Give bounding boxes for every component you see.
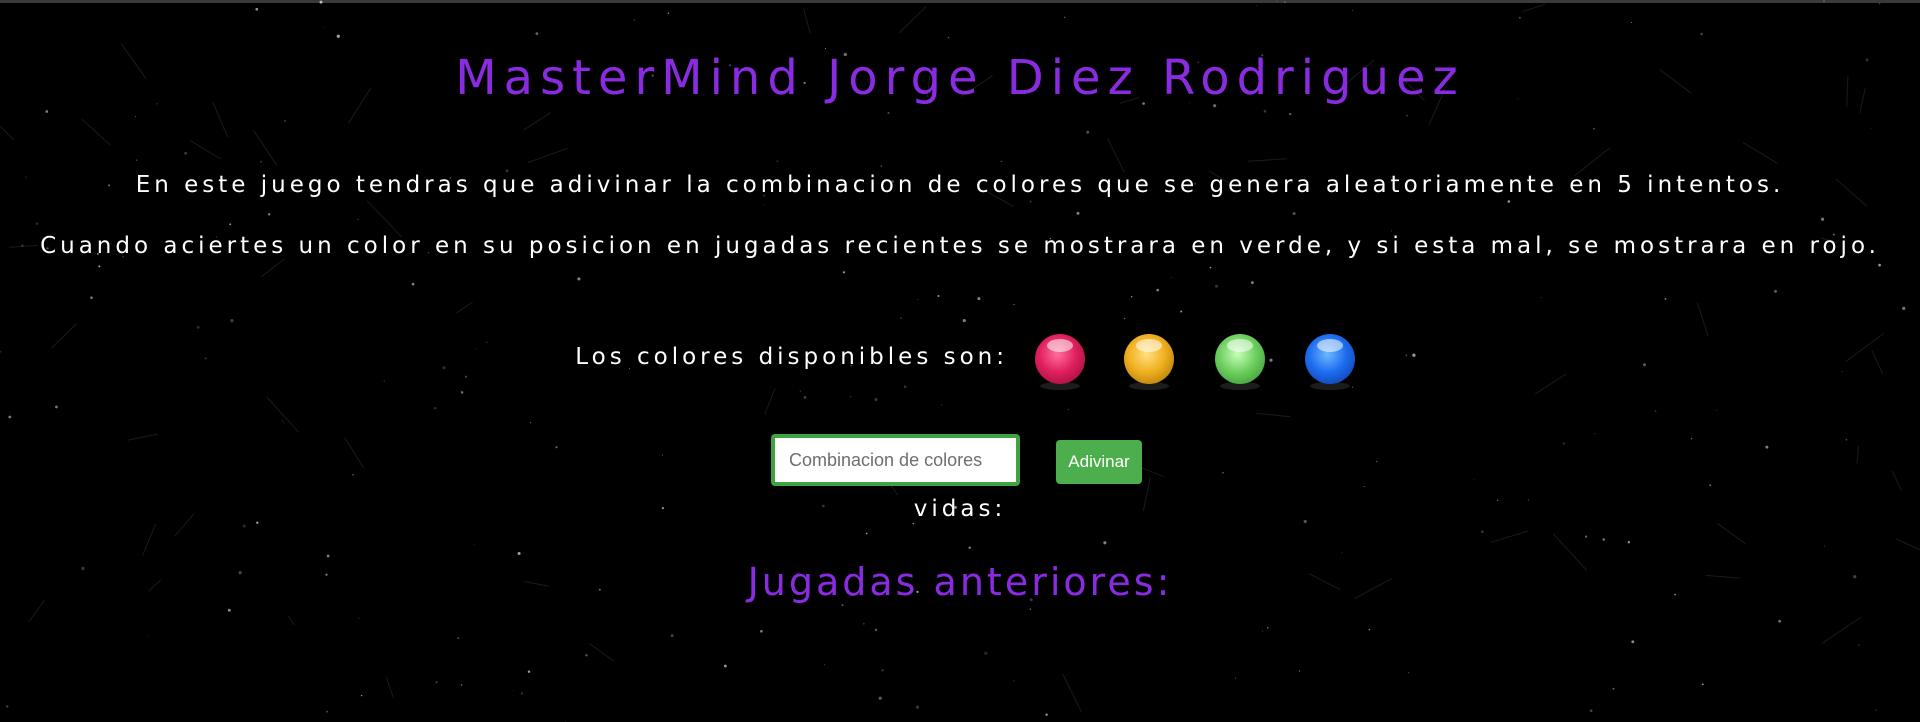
green-ball-icon [1215, 334, 1265, 384]
lives-label: vidas: [913, 496, 1007, 522]
hint-text: Cuando aciertes un color en su posicion … [40, 233, 1880, 259]
intro-text: En este juego tendras que adivinar la co… [135, 172, 1785, 198]
color-combination-input[interactable] [771, 434, 1020, 486]
page-title: MasterMind Jorge Diez Rodriguez [455, 50, 1465, 106]
available-colors-row: Los colores disponibles son: [0, 334, 1920, 390]
available-colors-label: Los colores disponibles son: [575, 344, 1008, 370]
pink-ball-icon [1035, 334, 1085, 384]
previous-plays-title: Jugadas anteriores: [747, 560, 1173, 604]
guess-button[interactable]: Adivinar [1056, 440, 1142, 484]
page-content: MasterMind Jorge Diez Rodriguez En este … [0, 0, 1920, 722]
blue-ball-icon [1305, 334, 1355, 384]
yellow-ball-icon [1124, 334, 1174, 384]
